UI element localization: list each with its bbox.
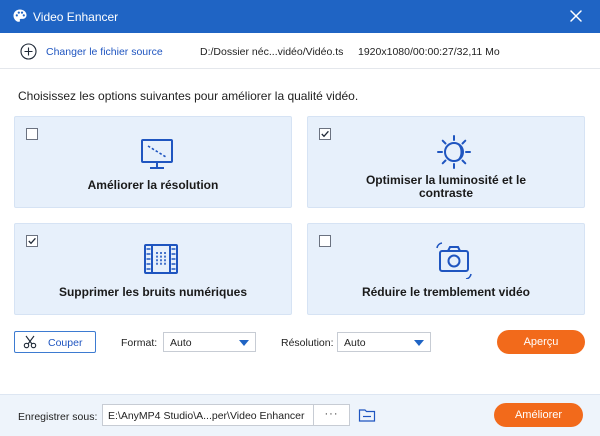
format-label: Format: [121,337,158,349]
enhance-button[interactable]: Améliorer [494,403,583,427]
close-icon[interactable] [568,8,584,24]
option-remove-noise[interactable]: Supprimer les bruits numériques [14,223,292,315]
brightness-icon [437,135,471,169]
shaking-camera-icon [436,242,472,279]
brightness-label-line2: contraste [418,186,474,200]
source-file-path: D:/Dossier néc...vidéo/Vidéo.ts [200,46,344,58]
option-reduce-shaking[interactable]: Réduire le tremblement vidéo [307,223,585,315]
denoise-label: Supprimer les bruits numériques [58,285,248,299]
checkmark-icon [28,237,36,245]
save-path-value: E:\AnyMP4 Studio\A...per\Video Enhancer [108,410,305,422]
resolution-select[interactable]: Auto [337,332,431,352]
resolution-label: Résolution: [281,337,334,349]
source-file-info: 1920x1080/00:00:27/32,11 Mo [358,46,500,58]
change-source-link[interactable]: Changer le fichier source [46,46,163,58]
preview-button[interactable]: Aperçu [497,330,585,354]
film-denoise-icon [144,244,178,274]
browse-button[interactable]: ··· [313,404,350,426]
upscale-monitor-icon [141,139,173,169]
palette-icon [13,9,27,22]
footer-bar: Enregistrer sous: E:\AnyMP4 Studio\A...p… [0,394,600,436]
option-upscale-resolution[interactable]: Améliorer la résolution [14,116,292,208]
source-file-bar: Changer le fichier source D:/Dossier néc… [0,33,600,69]
deshake-checkbox[interactable] [319,235,331,247]
option-brightness-contrast[interactable]: Optimiser la luminosité et le contraste [307,116,585,208]
resolution-value: Auto [344,337,366,349]
deshake-label: Réduire le tremblement vidéo [361,285,531,299]
add-circle-icon[interactable] [20,43,37,60]
format-value: Auto [170,337,192,349]
format-select[interactable]: Auto [163,332,256,352]
chevron-down-icon [239,340,249,346]
upscale-label: Améliorer la résolution [87,178,219,192]
upscale-checkbox[interactable] [26,128,38,140]
window-title: Video Enhancer [33,10,119,24]
title-bar: Video Enhancer [0,0,600,33]
scissors-icon [23,335,37,349]
cut-label: Couper [48,337,83,349]
folder-icon[interactable] [358,407,376,423]
controls-row: Couper Format: Auto Résolution: Auto Ape… [0,326,600,356]
save-as-label: Enregistrer sous: [18,411,98,423]
checkmark-icon [321,130,329,138]
save-path-field[interactable]: E:\AnyMP4 Studio\A...per\Video Enhancer [102,404,314,426]
denoise-checkbox[interactable] [26,235,38,247]
cut-button[interactable]: Couper [14,331,96,353]
options-prompt: Choisissez les options suivantes pour am… [18,89,359,103]
chevron-down-icon [414,340,424,346]
brightness-checkbox[interactable] [319,128,331,140]
